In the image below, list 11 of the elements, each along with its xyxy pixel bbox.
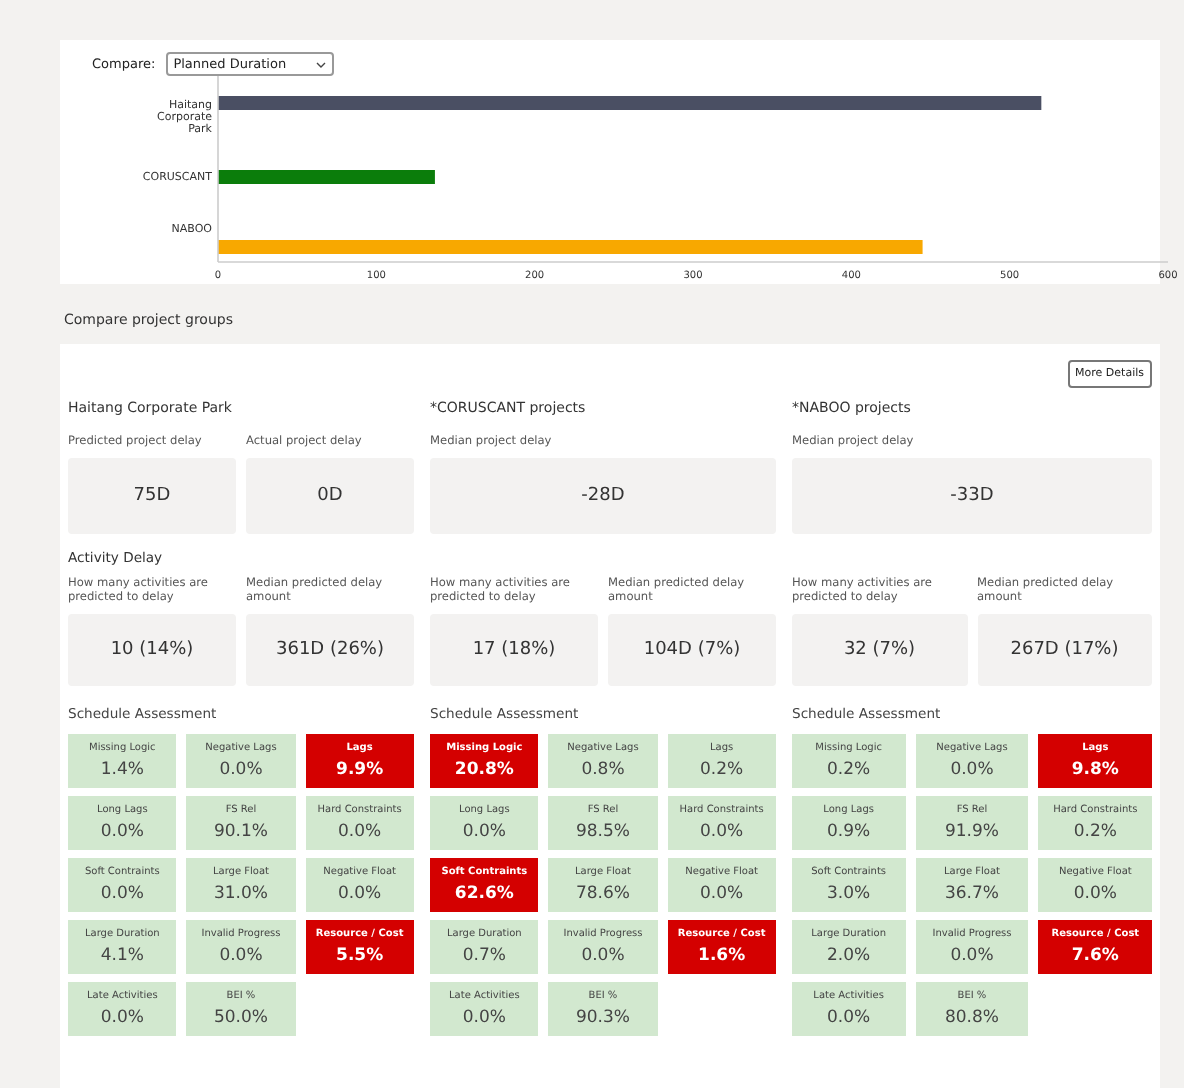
metric-value: 32 (7%)	[792, 614, 967, 686]
metric-value: -28D	[430, 458, 776, 534]
metric-value: 75D	[68, 458, 236, 534]
metric-value: 361D (26%)	[246, 614, 414, 686]
metric-value: 17 (18%)	[430, 614, 598, 686]
metric-value: 104D (7%)	[608, 614, 776, 686]
metric-value: 10 (14%)	[68, 614, 236, 686]
metric-value: -33D	[792, 458, 1152, 534]
metric-value: 0D	[246, 458, 414, 534]
chevron-icon	[315, 61, 326, 67]
metric-value: 267D (17%)	[977, 614, 1152, 686]
